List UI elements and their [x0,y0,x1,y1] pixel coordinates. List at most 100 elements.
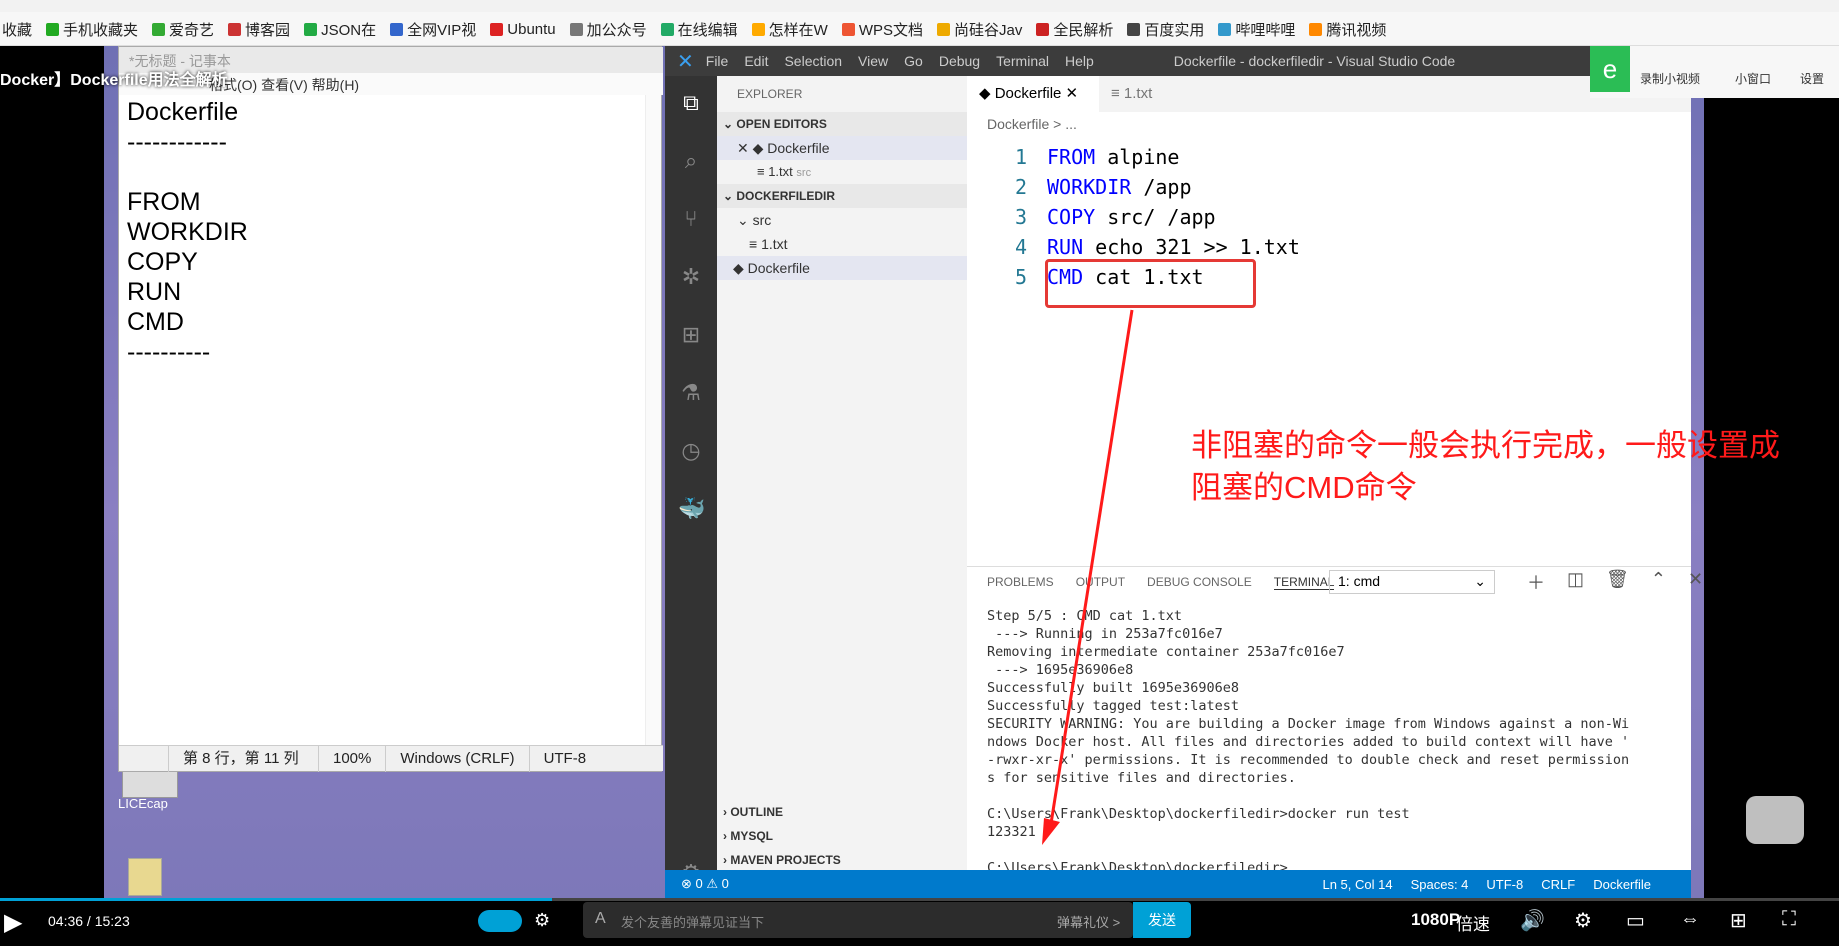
spaces[interactable]: Spaces: 4 [1411,877,1487,892]
bookmark-item[interactable]: 收藏 [2,19,32,40]
breadcrumb[interactable]: Dockerfile > ... [987,116,1077,132]
tree-file-1txt[interactable]: ≡ 1.txt [717,232,967,256]
extensions-icon[interactable]: ⊞ [678,322,704,348]
danmaku-style-icon[interactable]: A [595,910,606,928]
bookmark-item[interactable]: 全民解析 [1036,19,1113,40]
open-editor-dockerfile[interactable]: ✕ ◆ Dockerfile [717,136,967,160]
trash-icon[interactable]: 🗑 [1606,569,1629,595]
progress-fill [0,898,552,901]
bookmark-label: 腾讯视频 [1326,21,1387,39]
docker-icon[interactable]: 🐳 [678,496,705,522]
file-encoding[interactable]: UTF-8 [1486,877,1541,892]
bookmark-item[interactable]: 全网VIP视 [390,19,476,40]
mysql-section[interactable]: › MYSQL [717,824,967,848]
code-keyword: RUN [1047,235,1084,259]
panel-tab[interactable]: DEBUG CONSOLE [1147,575,1252,590]
explorer-sidebar: EXPLORER ⌄ OPEN EDITORS ✕ ◆ Dockerfile ≡… [717,76,967,870]
cursor-pos[interactable]: Ln 5, Col 14 [1322,877,1410,892]
bookmark-item[interactable]: 腾讯视频 [1309,19,1386,40]
notepad-text-area[interactable]: Dockerfile ------------ FROM WORKDIR COPY RUN… [127,97,647,367]
activity-bar: ⧉ ⌕ ⑂ ✲ ⊞ ⚗ ◷ 🐳 ⚙ [665,76,717,898]
maven-section[interactable]: › MAVEN PROJECTS [717,848,967,872]
outline-section[interactable]: › OUTLINE [717,800,967,824]
progress-bar[interactable] [0,898,1839,901]
webfullscreen-icon[interactable]: ⊞ [1730,908,1747,933]
volume-icon[interactable]: 🔊 [1520,908,1545,933]
send-button[interactable]: 发送 [1133,902,1191,938]
bookmark-item[interactable]: 尚硅谷Jav [937,19,1022,40]
test-flask-icon[interactable]: ⚗ [678,380,704,406]
bookmark-item[interactable]: JSON在 [304,19,376,40]
bookmark-item[interactable]: 博客园 [228,19,290,40]
eol[interactable]: CRLF [1541,877,1593,892]
bookmark-icon [390,22,404,36]
bookmark-item[interactable]: 哔哩哔哩 [1218,19,1295,40]
menu-item[interactable]: Terminal [996,53,1049,69]
gear-icon[interactable]: ⚙ [1574,908,1592,933]
bookmark-item[interactable]: 爱奇艺 [152,19,214,40]
open-editor-1txt[interactable]: ≡ 1.txt src [717,160,967,184]
danmaku-etiquette-link[interactable]: 弹幕礼仪 > [1057,912,1120,931]
menu-item[interactable]: Help [1065,53,1094,69]
menu-item[interactable]: Selection [784,53,842,69]
bookmark-label: 在线编辑 [677,21,738,39]
bookmark-item[interactable]: 手机收藏夹 [46,19,138,40]
menu-item[interactable]: File [706,53,729,69]
menu-item[interactable]: Go [904,53,923,69]
bookmark-item[interactable]: 加公众号 [569,19,647,40]
notepad-line: RUN [127,278,182,306]
tab-dockerfile[interactable]: ◆ Dockerfile ✕ [967,76,1099,112]
search-icon[interactable]: ⌕ [678,148,704,174]
bookmark-item[interactable]: 怎样在W [751,19,828,40]
bookmark-label: 怎样在W [768,21,828,39]
bookmark-item[interactable]: 在线编辑 [660,19,738,40]
chevron-up-icon[interactable]: ⌃ [1651,569,1666,595]
danmaku-input[interactable]: A 发个友善的弹幕见证当下 弹幕礼仪 > [583,902,1133,938]
browser-toolbar: 收藏 手机收藏夹 爱奇艺 博客园 JSON在 全网VIP视 Ubuntu 加公众号 在线编辑 怎样… [0,0,1839,46]
bookmark-item[interactable]: WPS文档 [841,19,923,40]
fullscreen-icon[interactable]: ⛶ [1782,908,1796,931]
quality-button[interactable]: 1080P [1411,910,1460,930]
files-icon[interactable]: ⧉ [678,90,704,116]
widescreen-icon[interactable]: ⇔ [1680,908,1700,931]
bookmark-label: 手机收藏夹 [63,21,139,39]
terminal-selector[interactable]: 1: cmd ⌄ [1329,570,1495,594]
debug-icon[interactable]: ✲ [678,264,704,290]
problems-count[interactable]: ⊗ 0 ⚠ 0 [665,876,729,892]
line-number: 3 [1014,205,1027,229]
close-icon[interactable]: ✕ [1688,569,1703,595]
notepad-scrollbar[interactable] [645,95,661,745]
code-keyword: COPY [1047,205,1096,229]
mini-window-button[interactable]: 小窗口 [1735,70,1771,87]
tree-file-dockerfile[interactable]: ◆ Dockerfile [717,256,967,280]
git-history-icon[interactable]: ◷ [678,438,704,464]
bilibili-tv-icon[interactable] [1746,796,1804,844]
source-control-icon[interactable]: ⑂ [678,206,704,232]
play-icon[interactable]: ▶ [4,908,22,937]
menu-item[interactable]: View [858,53,888,69]
add-terminal-icon[interactable]: ＋ [1527,569,1545,595]
tree-folder-src[interactable]: ⌄ src [717,208,967,232]
settings-button[interactable]: 设置 [1800,70,1824,87]
line-number: 2 [1014,175,1027,199]
code-text: alpine [1095,145,1180,169]
menu-item[interactable]: Edit [744,53,768,69]
panel-tab[interactable]: TERMINAL [1273,575,1335,590]
bookmark-icon [1218,22,1232,36]
open-editors-header[interactable]: ⌄ OPEN EDITORS [717,112,967,136]
danmaku-settings-icon[interactable]: ⚙ [534,910,550,931]
folder-header[interactable]: ⌄ DOCKERFILEDIR [717,184,967,208]
split-icon[interactable]: ◫ [1567,569,1584,595]
bookmark-item[interactable]: Ubuntu [490,21,556,38]
bookmark-item[interactable]: 百度实用 [1127,19,1204,40]
menu-item[interactable]: Debug [939,53,980,69]
bookmark-icon [841,22,855,36]
tab-1txt[interactable]: ≡ 1.txt [1099,76,1219,112]
folder-icon[interactable] [128,858,162,896]
language-mode[interactable]: Dockerfile [1593,877,1691,892]
vscode-statusbar: ⊗ 0 ⚠ 0 Ln 5, Col 14 Spaces: 4 UTF-8 CRL… [665,870,1691,898]
danmaku-toggle[interactable] [478,910,522,932]
pip-icon[interactable]: ▭ [1626,908,1645,933]
speed-button[interactable]: 倍速 [1456,910,1490,935]
record-video-button[interactable]: 录制小视频 [1640,70,1700,87]
